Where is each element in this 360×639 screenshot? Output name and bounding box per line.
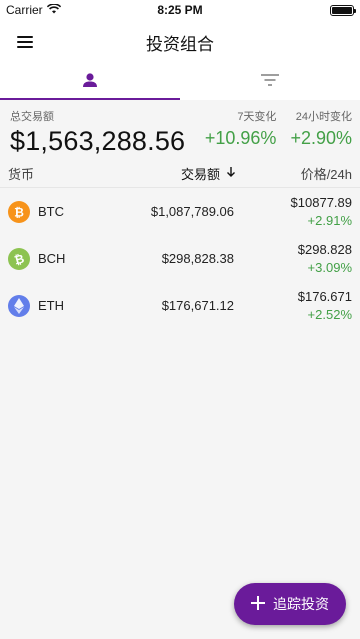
- hamburger-icon: [17, 36, 33, 48]
- change-value: +2.91%: [307, 213, 352, 228]
- change-7d-value: +10.96%: [204, 128, 277, 148]
- svg-text:₿: ₿: [13, 252, 25, 266]
- bitcoin-icon: ₿: [8, 200, 30, 223]
- menu-button[interactable]: [0, 20, 50, 64]
- app-bar: 投资组合: [0, 20, 360, 64]
- wifi-icon: [46, 3, 61, 17]
- status-left: Carrier: [6, 3, 61, 17]
- volume-cell: $1,087,789.06: [150, 204, 234, 219]
- change-7d: 7天变化 +10.96%: [205, 108, 277, 160]
- column-header-volume-label: 交易额: [180, 167, 220, 182]
- ethereum-icon: [8, 294, 30, 317]
- total-volume-label: 总交易额: [10, 111, 54, 123]
- carrier-label: Carrier: [6, 3, 43, 17]
- column-header-coin[interactable]: 货币: [8, 164, 128, 183]
- track-investment-button[interactable]: 追踪投资: [234, 583, 346, 625]
- portfolio-summary: 总交易额 $1,563,288.56 7天变化 +10.96% 24小时变化 +…: [0, 100, 360, 160]
- table-header: 货币 交易额 价格/24h: [0, 160, 360, 188]
- coin-symbol: BCH: [38, 251, 66, 266]
- bitcoin-cash-icon: ₿: [8, 247, 30, 270]
- price-cell: $10877.89 +2.91%: [234, 195, 352, 228]
- coin-symbol: BTC: [38, 204, 64, 219]
- filter-icon: [261, 73, 279, 92]
- plus-icon: [251, 594, 265, 614]
- tab-portfolio[interactable]: [0, 64, 180, 100]
- total-volume: 总交易额 $1,563,288.56: [10, 108, 185, 160]
- column-header-volume[interactable]: 交易额: [128, 164, 236, 183]
- status-bar: Carrier 8:25 PM: [0, 0, 360, 20]
- change-24h: 24小时变化 +2.90%: [290, 108, 352, 160]
- column-header-price[interactable]: 价格/24h: [236, 164, 352, 183]
- table-row[interactable]: ETH $176,671.12 $176.671 +2.52%: [0, 282, 360, 329]
- track-investment-label: 追踪投资: [273, 596, 329, 612]
- person-icon: [82, 72, 98, 93]
- page-title: 投资组合: [146, 34, 214, 54]
- table-row[interactable]: ₿ BTC $1,087,789.06 $10877.89 +2.91%: [0, 188, 360, 235]
- coin-cell: ₿ BTC: [8, 200, 128, 223]
- change-value: +2.52%: [307, 307, 352, 322]
- change-24h-value: +2.90%: [290, 128, 352, 148]
- tab-bar: [0, 64, 360, 100]
- sort-down-arrow-icon: [226, 166, 236, 181]
- change-7d-label: 7天变化: [237, 111, 277, 123]
- price-value: $10877.89: [290, 195, 352, 210]
- price-cell: $298.828 +3.09%: [234, 242, 352, 275]
- volume-cell: $176,671.12: [161, 298, 234, 313]
- svg-text:₿: ₿: [14, 205, 24, 219]
- price-cell: $176.671 +2.52%: [234, 289, 352, 322]
- battery-icon: [330, 4, 356, 16]
- coin-cell: ₿ BCH: [8, 247, 128, 270]
- price-value: $298.828: [297, 242, 352, 257]
- coin-cell: ETH: [8, 294, 128, 317]
- change-stats: 7天变化 +10.96% 24小时变化 +2.90%: [205, 108, 352, 160]
- table-row[interactable]: ₿ BCH $298,828.38 $298.828 +3.09%: [0, 235, 360, 282]
- price-value: $176.671: [297, 289, 352, 304]
- change-value: +3.09%: [307, 260, 352, 275]
- change-24h-label: 24小时变化: [295, 111, 352, 123]
- tab-filter[interactable]: [180, 64, 360, 100]
- coin-symbol: ETH: [38, 298, 64, 313]
- volume-cell: $298,828.38: [161, 251, 234, 266]
- total-volume-value: $1,563,288.56: [10, 126, 186, 156]
